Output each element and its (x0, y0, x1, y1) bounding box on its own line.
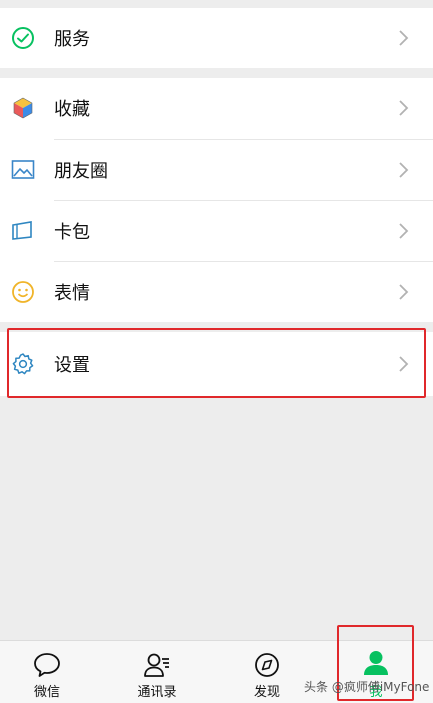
tab-label: 通讯录 (137, 685, 177, 700)
chevron-right-icon (399, 30, 409, 46)
tab-discover[interactable]: 发现 (222, 641, 312, 703)
menu-item-label: 服务 (54, 29, 90, 50)
contacts-icon (144, 653, 169, 677)
menu-item-label: 表情 (54, 283, 90, 304)
menu-item-favorites[interactable]: 收藏 (0, 78, 433, 138)
compass-icon (255, 653, 279, 677)
menu-item-services[interactable]: 服务 (0, 8, 433, 68)
menu-item-stickers[interactable]: 表情 (0, 262, 433, 322)
chevron-right-icon (399, 223, 409, 239)
tab-contacts[interactable]: 通讯录 (112, 641, 202, 703)
menu-item-label: 朋友圈 (54, 161, 108, 182)
menu-item-cards[interactable]: 卡包 (0, 201, 433, 261)
services-group: 服务 (0, 8, 433, 68)
menu-item-label: 卡包 (54, 222, 90, 243)
menu-item-moments[interactable]: 朋友圈 (0, 140, 433, 200)
discover-group: 收藏 朋友圈 卡包 表情 (0, 78, 433, 322)
chat-bubble-icon (34, 653, 60, 677)
tab-chats[interactable]: 微信 (2, 641, 92, 703)
card-icon (10, 218, 36, 244)
picture-icon (10, 157, 36, 183)
wechat-pay-icon (10, 25, 36, 51)
settings-highlight-box (7, 328, 426, 398)
menu-item-label: 收藏 (54, 99, 90, 120)
cube-icon (10, 95, 36, 121)
chevron-right-icon (399, 162, 409, 178)
tab-label: 微信 (33, 685, 60, 700)
smiley-icon (10, 279, 36, 305)
tab-label: 发现 (253, 685, 280, 700)
chevron-right-icon (399, 284, 409, 300)
watermark: 头条 @疯师傅iMyFone (304, 680, 430, 694)
chevron-right-icon (399, 100, 409, 116)
